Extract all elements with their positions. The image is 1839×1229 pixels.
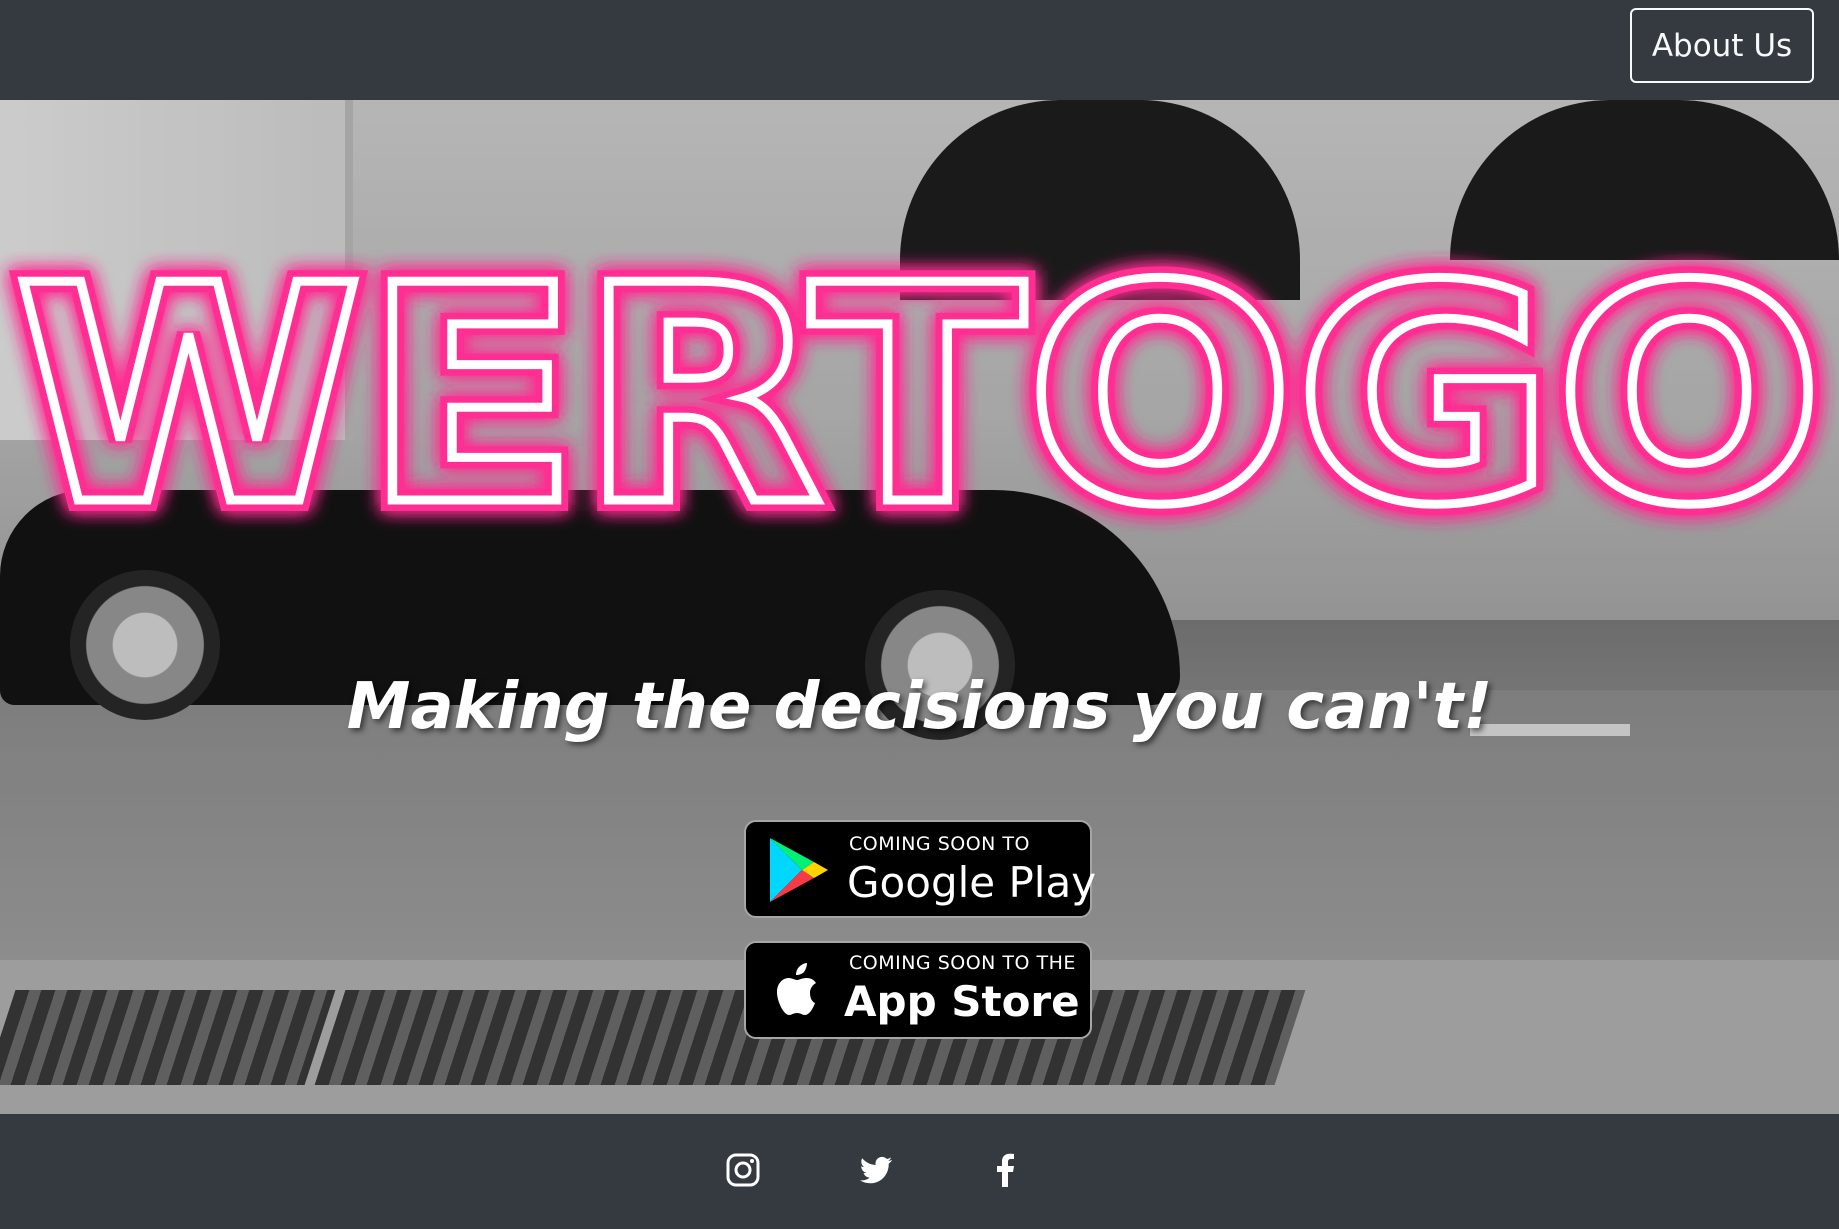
apple-badge-title: App Store xyxy=(844,977,1080,1026)
about-us-button[interactable]: About Us xyxy=(1630,8,1814,83)
instagram-icon[interactable] xyxy=(725,1152,761,1188)
navbar: About Us xyxy=(0,0,1839,100)
apple-icon xyxy=(777,963,816,1015)
google-badge-title: Google Play xyxy=(847,858,1097,907)
tagline: Making the decisions you can't! xyxy=(346,670,1493,744)
logo-text: WERTOGO xyxy=(14,250,1824,550)
app-store-badge[interactable]: COMING SOON TO THE App Store xyxy=(744,941,1092,1039)
apple-badge-subtitle: COMING SOON TO THE xyxy=(849,952,1076,974)
hero-section: WERTOGO WERTOGO Making the decisions you… xyxy=(0,100,1839,1114)
google-play-icon xyxy=(770,838,828,902)
footer xyxy=(0,1114,1839,1229)
google-play-badge[interactable]: COMING SOON TO Google Play xyxy=(744,820,1096,918)
google-badge-subtitle: COMING SOON TO xyxy=(849,833,1030,855)
twitter-icon[interactable] xyxy=(858,1152,894,1188)
neon-logo: WERTOGO WERTOGO xyxy=(3,250,1835,550)
facebook-icon[interactable] xyxy=(987,1152,1023,1188)
